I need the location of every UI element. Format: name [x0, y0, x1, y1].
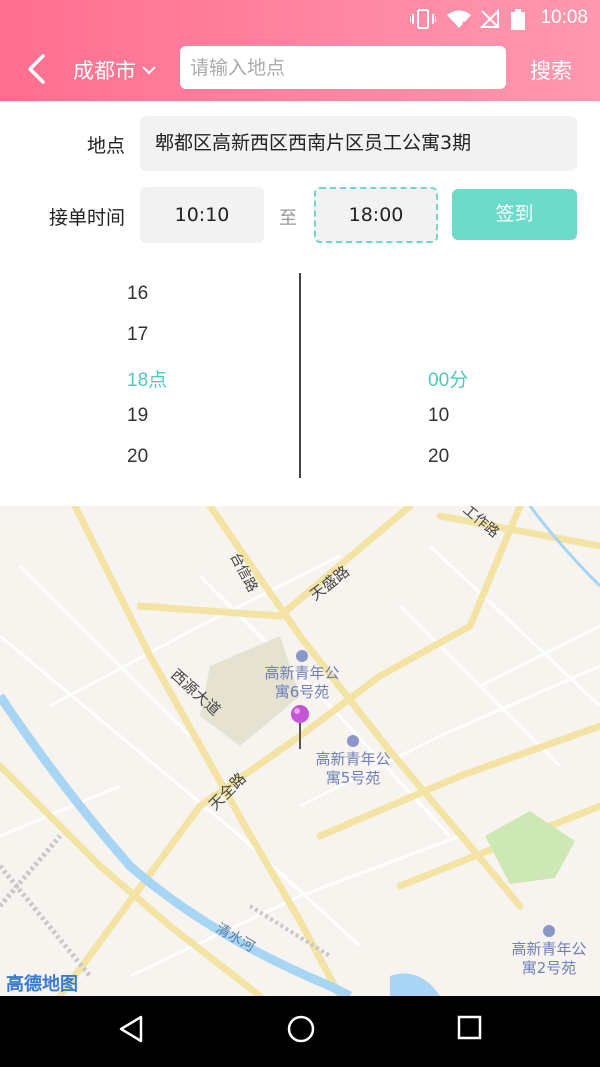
poi-icon	[347, 735, 359, 747]
search-button[interactable]: 搜索	[530, 55, 572, 85]
search-input[interactable]	[180, 46, 506, 89]
railway	[248, 904, 332, 958]
chevron-down-icon	[142, 66, 156, 75]
signin-button[interactable]: 签到	[452, 189, 577, 240]
toolbar: 成都市 搜索	[0, 36, 600, 101]
nav-recents-icon[interactable]	[457, 1014, 483, 1042]
poi-label[interactable]: 高新青年公	[511, 940, 586, 958]
city-label: 成都市	[73, 59, 136, 83]
status-time: 10:08	[540, 7, 588, 28]
app-header: 10:08 成都市 搜索	[0, 0, 600, 101]
map-logo: 高德地图	[6, 973, 78, 995]
time-separator: 至	[279, 208, 297, 229]
time-picker[interactable]: 16 17 18点 19 20 00分 10 20	[0, 270, 600, 480]
poi-icon	[296, 650, 308, 662]
poi-icon	[543, 925, 555, 937]
hour-option[interactable]: 17	[127, 324, 148, 346]
time-label: 接单时间	[48, 207, 125, 229]
hour-option[interactable]: 19	[127, 405, 148, 427]
poi-label[interactable]: 寓2号苑	[522, 959, 577, 977]
minute-option[interactable]: 10	[428, 405, 449, 427]
vibrate-icon	[410, 9, 436, 29]
city-selector[interactable]: 成都市	[73, 55, 156, 85]
minute-option[interactable]: 20	[428, 446, 449, 468]
wifi-icon	[447, 10, 471, 29]
status-bar: 10:08	[0, 0, 600, 36]
location-label: 地点	[86, 135, 125, 157]
hour-option[interactable]: 16	[127, 283, 148, 305]
poi-label[interactable]: 寓5号苑	[326, 769, 381, 787]
nav-back-icon[interactable]	[118, 1014, 144, 1044]
hour-option[interactable]: 20	[127, 446, 148, 468]
system-nav-bar	[0, 996, 600, 1067]
pond	[390, 973, 440, 996]
road-label: 天全路	[205, 769, 250, 814]
poi-label[interactable]: 高新青年公	[264, 664, 339, 682]
start-time-field[interactable]: 10:10	[140, 187, 264, 243]
map-canvas[interactable]: 台信路 天盛路 西源大道 天全路 清水河 工作路 高新青年公 寓6号苑 高新青年…	[0, 506, 600, 996]
railway	[0, 834, 92, 978]
location-field[interactable]: 郫都区高新西区西南片区员工公寓3期	[140, 116, 577, 171]
end-time-field[interactable]: 18:00	[314, 187, 438, 243]
picker-divider	[299, 273, 301, 478]
back-icon[interactable]	[24, 53, 50, 85]
poi-label[interactable]: 高新青年公	[315, 750, 390, 768]
nav-home-icon[interactable]	[286, 1014, 316, 1044]
hour-option-selected[interactable]: 18点	[127, 365, 167, 392]
map-view[interactable]: 台信路 天盛路 西源大道 天全路 清水河 工作路 高新青年公 寓6号苑 高新青年…	[0, 506, 600, 996]
poi-label[interactable]: 寓6号苑	[275, 683, 330, 701]
no-signal-icon	[480, 9, 499, 28]
minute-option-selected[interactable]: 00分	[428, 365, 468, 392]
battery-icon	[511, 9, 525, 30]
